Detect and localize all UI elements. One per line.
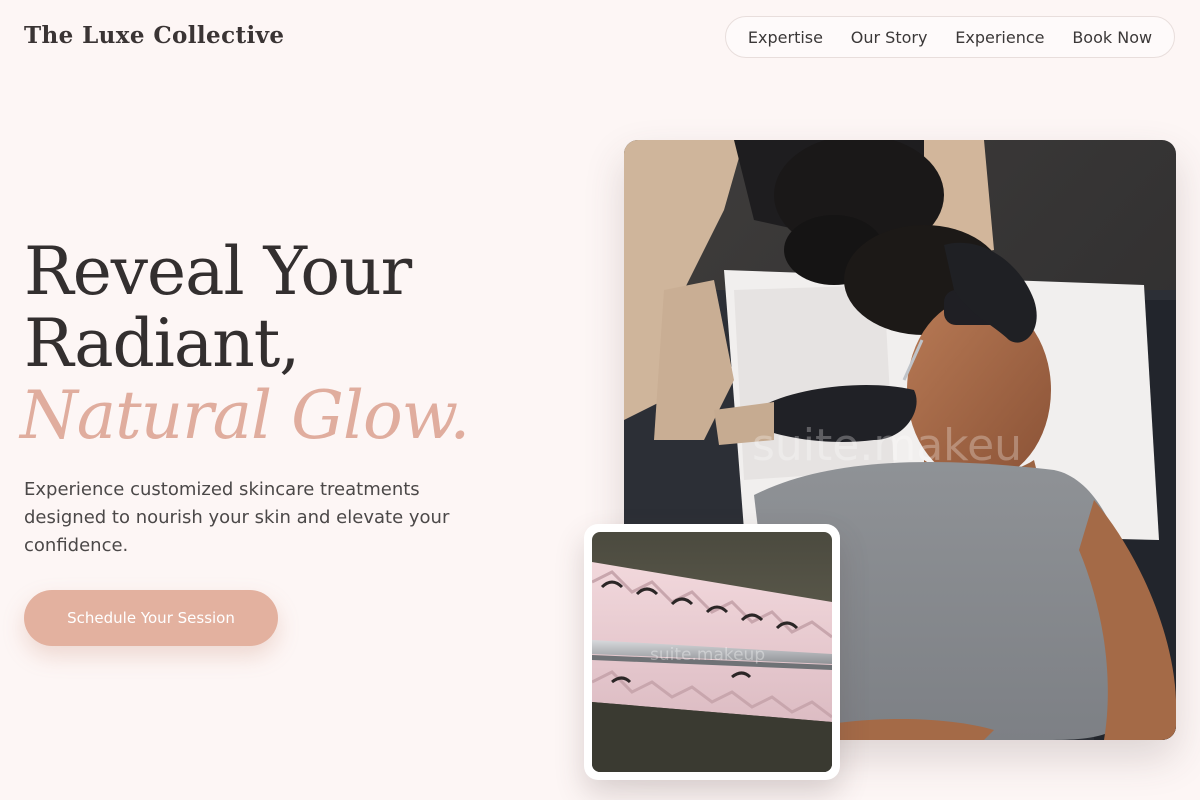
brand-logo[interactable]: The Luxe Collective <box>24 22 284 49</box>
hero-subtitle: Experience customized skincare treatment… <box>24 479 450 556</box>
thumbnail-frame: suite.makeup <box>584 524 840 780</box>
schedule-session-button[interactable]: Schedule Your Session <box>24 590 278 646</box>
nav-item-our-story[interactable]: Our Story <box>851 28 928 47</box>
hero-title-accent: Natural Glow. <box>20 377 470 454</box>
nav-item-expertise[interactable]: Expertise <box>748 28 823 47</box>
lash-tray-photo: suite.makeup <box>592 532 832 772</box>
main-nav: Expertise Our Story Experience Book Now <box>725 16 1175 58</box>
lash-tray-illustration: suite.makeup <box>592 532 832 772</box>
thumb-photo-watermark: suite.makeup <box>650 645 765 665</box>
hero-title: Reveal Your Radiant, Natural Glow. <box>20 233 470 452</box>
nav-item-book-now[interactable]: Book Now <box>1072 28 1152 47</box>
hero-title-line-2: Radiant, <box>24 305 300 382</box>
main-photo-watermark: suite.makeu <box>752 420 1022 471</box>
hero-title-line-1: Reveal Your <box>24 233 412 310</box>
nav-item-experience[interactable]: Experience <box>955 28 1044 47</box>
